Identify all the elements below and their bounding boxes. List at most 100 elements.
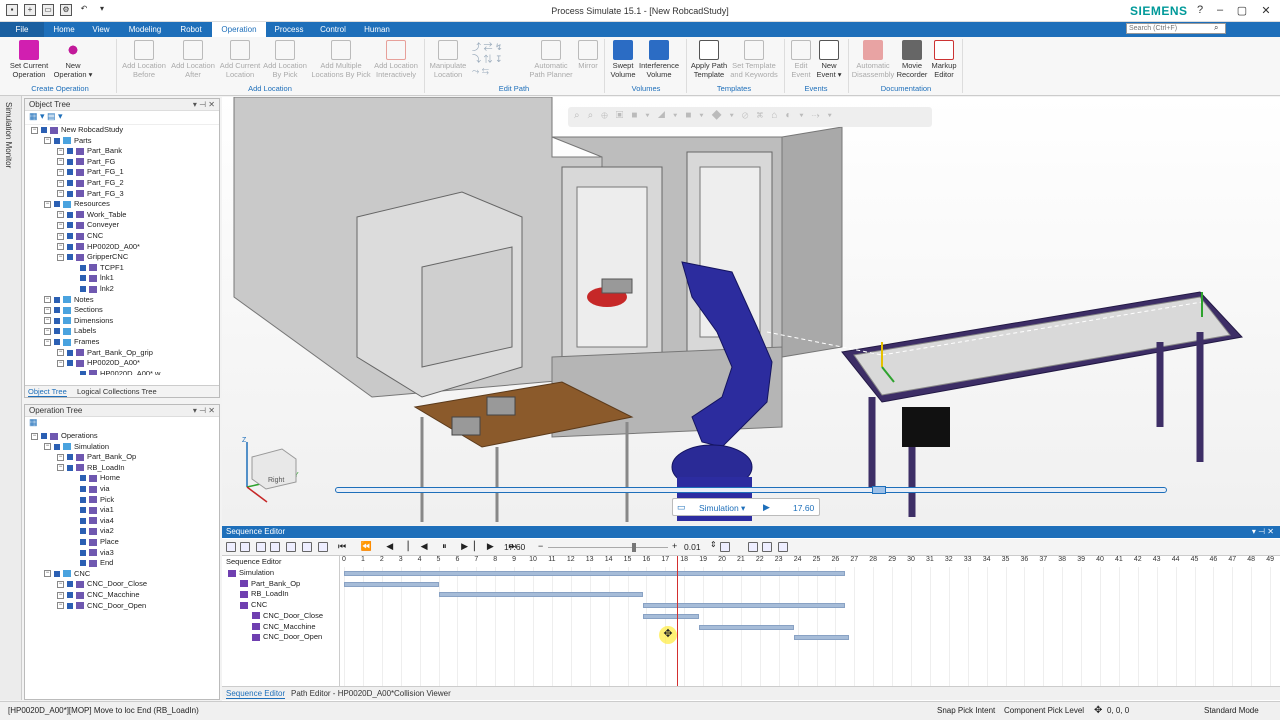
add-location-after-button[interactable]: Add Location After [168, 40, 218, 79]
visibility-checkbox[interactable] [67, 243, 73, 250]
expand-icon[interactable]: − [57, 349, 64, 357]
object-tree-item[interactable]: − New RobcadStudy [31, 125, 123, 135]
object-tree-item[interactable]: − CNC [57, 231, 103, 241]
object-tree-item[interactable]: − Work_Table [57, 210, 126, 220]
object-tree-item[interactable]: HP0020D_A00*.w [70, 369, 160, 375]
object-tree-toolbar[interactable]: ▦ ▾ ▤ ▾ [25, 111, 219, 125]
object-tree-item[interactable]: − Part_FG_2 [57, 178, 124, 188]
step-field[interactable]: 0.01 [684, 542, 701, 552]
operation-tree-item[interactable]: via4 [70, 516, 114, 526]
object-tree-item[interactable]: − GripperCNC [57, 252, 128, 262]
expand-icon[interactable] [70, 496, 77, 504]
operation-tree-item[interactable]: via2 [70, 526, 114, 536]
transition-icon[interactable] [762, 542, 772, 552]
visibility-checkbox[interactable] [67, 454, 73, 461]
expand-icon[interactable]: − [57, 158, 64, 166]
expand-icon[interactable]: − [57, 221, 64, 229]
display-options-icon[interactable] [720, 542, 730, 552]
gantt-bar[interactable] [344, 571, 845, 576]
time-cursor[interactable] [676, 556, 678, 686]
visibility-checkbox[interactable] [41, 433, 47, 439]
visibility-checkbox[interactable] [54, 443, 60, 450]
view-cube-label[interactable]: Right [268, 477, 284, 484]
expand-icon[interactable] [70, 264, 77, 272]
visibility-checkbox[interactable] [80, 507, 86, 514]
visibility-checkbox[interactable] [67, 148, 73, 155]
operation-tree-item[interactable]: Place [70, 537, 119, 547]
zoom-selection-icon[interactable] [302, 542, 312, 552]
visibility-checkbox[interactable] [67, 222, 73, 229]
movie-recorder-button[interactable]: Movie Recorder [894, 40, 930, 79]
sequence-row[interactable]: CNC_Macchine [252, 622, 316, 632]
operation-tree-item[interactable]: − CNC_Door_Close [57, 579, 147, 589]
swept-volume-button[interactable]: Swept Volume [606, 40, 640, 79]
object-tree-item[interactable]: − Part_FG [57, 157, 115, 167]
operation-tree-item[interactable]: via3 [70, 548, 114, 558]
visibility-checkbox[interactable] [67, 360, 73, 367]
expand-icon[interactable]: − [57, 243, 64, 251]
expand-icon[interactable] [70, 506, 77, 514]
tab-sequence-editor[interactable]: Sequence Editor [226, 689, 286, 699]
path-planner-button[interactable]: Automatic Path Planner [526, 40, 576, 79]
time-decrease-icon[interactable]: − [538, 541, 543, 551]
visibility-checkbox[interactable] [80, 539, 86, 545]
visibility-checkbox[interactable] [67, 233, 73, 239]
object-tree-item[interactable]: − Part_Bank [57, 146, 122, 156]
speed-slider[interactable] [548, 543, 668, 552]
expand-icon[interactable] [70, 370, 77, 375]
add-location-by-pick-button[interactable]: Add Location By Pick [260, 40, 310, 79]
edit-event-button[interactable]: Edit Event [786, 40, 816, 79]
gantt-bar[interactable] [793, 635, 849, 641]
graphic-viewer-toolbar[interactable]: ⌕⌕⊕▣■▾◢▾■▾◆▾⊘⌘⌂◐▾⇢▾ [568, 107, 932, 127]
add-location-before-button[interactable]: Add Location Before [118, 40, 170, 79]
object-tree-item[interactable]: lnk2 [70, 284, 114, 294]
visibility-checkbox[interactable] [54, 137, 60, 144]
viewer-toolbar-icons[interactable]: ⌕⌕⊕▣■▾◢▾■▾◆▾⊘⌘⌂◐▾⇢▾ [574, 110, 840, 121]
new-event-button[interactable]: New Event ▾ [814, 40, 844, 79]
operation-tree-item[interactable]: − Part_Bank_Op [57, 452, 136, 462]
expand-icon[interactable]: − [57, 190, 64, 198]
operation-tree-item[interactable]: via [70, 484, 110, 494]
visibility-checkbox[interactable] [67, 464, 73, 471]
visibility-checkbox[interactable] [67, 180, 73, 186]
zoom-out-icon[interactable] [270, 542, 280, 552]
timeline-thumb[interactable] [872, 486, 886, 494]
object-tree-item[interactable]: − Part_FG_3 [57, 189, 124, 199]
markup-editor-button[interactable]: Markup Editor [928, 40, 960, 79]
visibility-checkbox[interactable] [80, 517, 86, 524]
gantt-bar[interactable] [642, 603, 845, 609]
object-tree-item[interactable]: − Dimensions [44, 316, 113, 326]
record-icon[interactable] [778, 542, 788, 552]
expand-icon[interactable]: − [57, 591, 64, 599]
gantt-bar[interactable] [699, 624, 794, 630]
visibility-checkbox[interactable] [80, 549, 86, 556]
simulation-timeline-slider[interactable] [335, 486, 1167, 494]
visibility-checkbox[interactable] [54, 296, 60, 303]
visibility-checkbox[interactable] [80, 560, 86, 567]
object-tree-item[interactable]: − Part_FG_1 [57, 167, 124, 177]
expand-icon[interactable]: − [57, 232, 64, 240]
expand-icon[interactable] [70, 274, 77, 282]
expand-icon[interactable] [70, 474, 77, 482]
expand-icon[interactable]: − [57, 453, 64, 461]
sequence-row[interactable]: CNC [240, 600, 267, 610]
interference-volume-button[interactable]: Interference Volume [636, 40, 682, 79]
gantt-bar[interactable] [642, 613, 700, 619]
object-tree-item[interactable]: − HP0020D_A00* [57, 242, 140, 252]
expand-icon[interactable]: − [57, 359, 64, 367]
expand-icon[interactable]: − [31, 432, 38, 440]
search-input[interactable]: Search (Ctrl+F) [1126, 23, 1226, 34]
expand-icon[interactable]: − [44, 443, 51, 451]
sequence-row[interactable]: RB_LoadIn [240, 589, 289, 599]
visibility-checkbox[interactable] [67, 602, 73, 609]
tab-modeling[interactable]: Modeling [120, 22, 170, 37]
sequence-row[interactable]: CNC_Door_Open [252, 632, 322, 642]
apply-path-template-button[interactable]: Apply Path Template [688, 40, 730, 79]
visibility-checkbox[interactable] [54, 339, 60, 345]
expand-icon[interactable]: − [44, 296, 51, 304]
add-current-location-button[interactable]: Add Current Location [215, 40, 265, 79]
simulation-monitor-sidebar[interactable]: Simulation Monitor [0, 96, 22, 700]
time-increase-icon[interactable]: + [672, 541, 677, 551]
operation-tree-toolbar[interactable]: ▦ [25, 417, 219, 431]
sequence-row[interactable]: CNC_Door_Close [252, 611, 323, 621]
